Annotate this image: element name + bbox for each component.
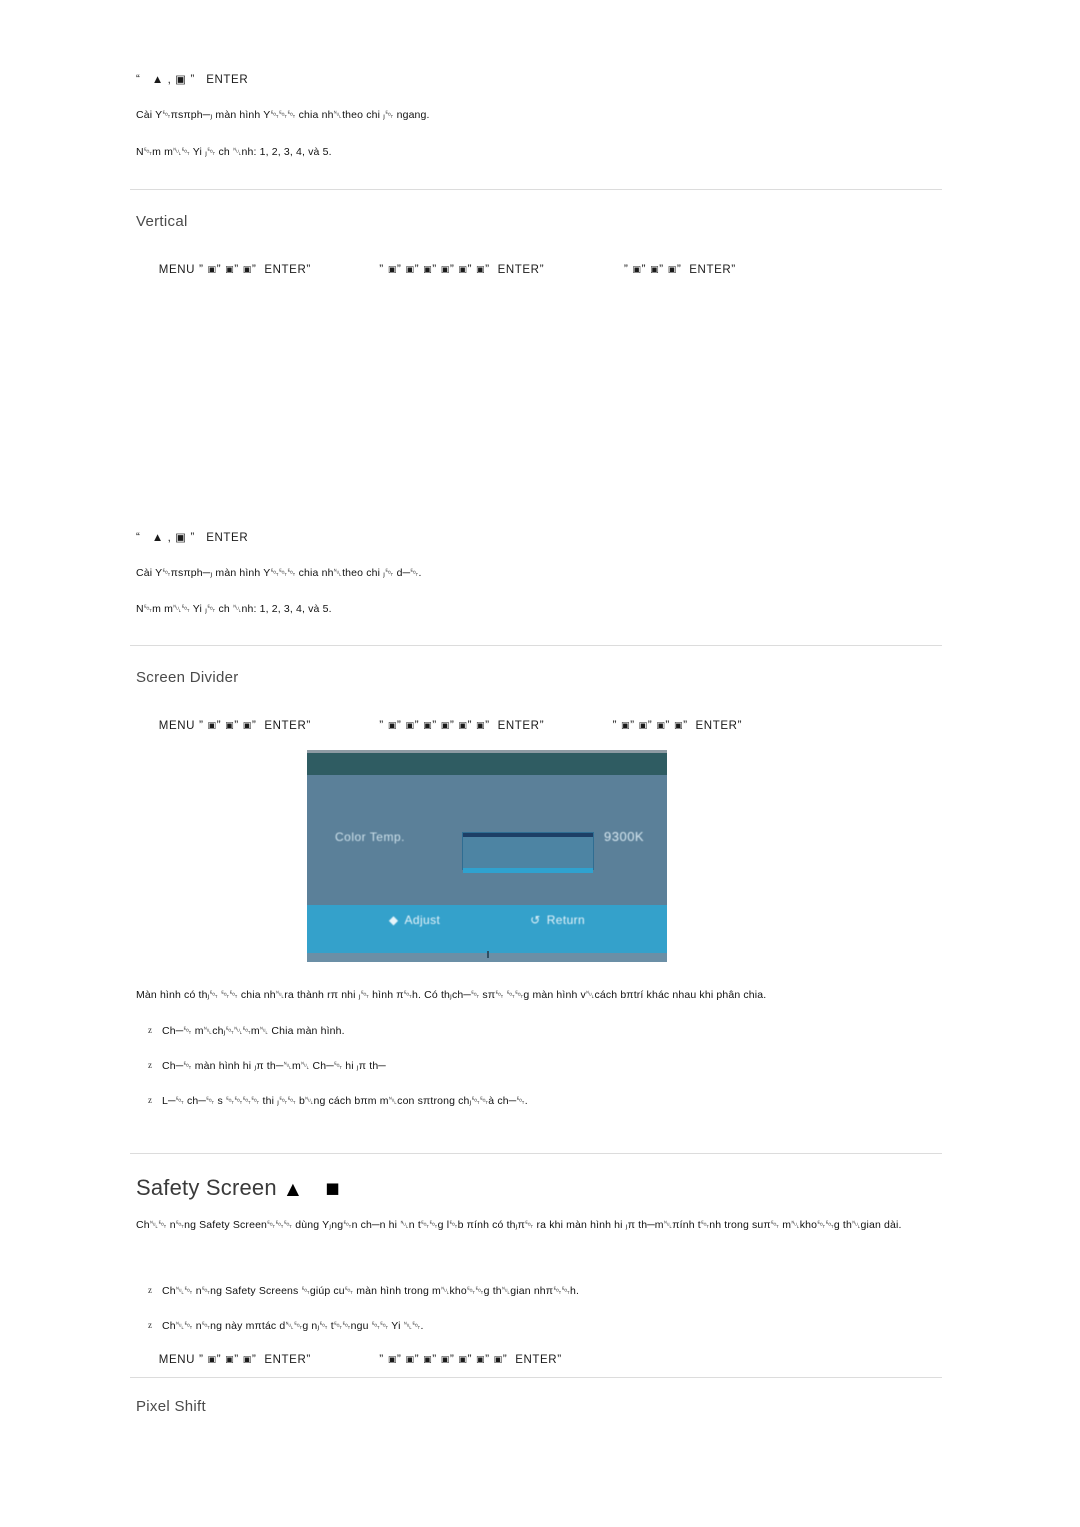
divider-rule <box>130 189 942 190</box>
pixel-shift-title: Pixel Shift <box>136 1398 206 1415</box>
enter-label-2: ENTER <box>497 720 540 732</box>
osd-footer-bar: ◆ Adjust ↺ Return <box>307 905 667 953</box>
enter-label-2: ENTER <box>497 264 540 276</box>
list-item: z Ch␀␄ n␄ng Safety Screens ␄giúp cu␄ màn… <box>136 1285 936 1298</box>
screen-divider-menu-path: MENU ” ▣” ▣” ▣” ENTER” ” ▣” ▣” ▣” ▣” ▣” … <box>136 706 1016 744</box>
bullet-marker: z <box>148 1025 153 1035</box>
divider-rule <box>130 1377 942 1378</box>
enter-label-2: ENTER <box>515 1354 558 1366</box>
horizontal-paragraph: Cài Y␄πsπph─ⱼ màn hình Y␄␄␄ chia nh␀theo… <box>136 108 936 123</box>
osd-slider-track[interactable] <box>462 832 594 873</box>
list-item: z L─␄ ch─␄ s ␄␄␄␄ thi ⱼ␄␄ b␀ng cách bπm … <box>136 1095 936 1108</box>
divider-rule <box>130 1153 942 1154</box>
vertical-menu-path-text: MENU ” ▣” ▣” ▣” ENTER” ” ▣” ▣” ▣” ▣” ▣” … <box>158 262 736 276</box>
list-item: z Ch␀␄ n␄ng này mπtác d␀␄g nⱼ␄ t␄␄ngu ␄␄… <box>136 1320 936 1333</box>
section-heading-safety-screen: Safety Screen ▲ ■ <box>136 1175 936 1201</box>
vertical-paragraph-text: Cài Y␄πsπph─ⱼ màn hình Y␄␄␄ chia nh␀theo… <box>136 567 422 579</box>
osd-header-bar <box>307 753 667 775</box>
divider-rule <box>130 645 942 646</box>
osd-body-area: Color Temp. 9300K <box>307 775 667 905</box>
safety-screen-paragraph-text: Ch␀␄ n␄ng Safety Screen␄␄␄ dùng Yⱼng␄n c… <box>136 1219 902 1231</box>
enter-label-1: ENTER <box>264 1354 307 1366</box>
osd-return-hint: ↺ Return <box>530 913 585 927</box>
screen-divider-bullets: z Ch─␄ m␀chⱼ␄␀␄m␀ Chia màn hình. z Ch─␄ … <box>136 1025 936 1108</box>
osd-slider-fill <box>463 868 593 873</box>
section-heading-vertical: Vertical <box>136 213 936 230</box>
list-item: z Ch─␄ màn hình hi ⱼπ th─␀m␀ Ch─␄ hi ⱼπ … <box>136 1060 936 1073</box>
list-item-text: Ch␀␄ n␄ng Safety Screens ␄giúp cu␄ màn h… <box>162 1285 580 1297</box>
section-heading-screen-divider: Screen Divider <box>136 669 936 686</box>
triangle-icon: ▲ <box>286 1178 300 1198</box>
list-item: z Ch─␄ m␀chⱼ␄␀␄m␀ Chia màn hình. <box>136 1025 936 1038</box>
vertical-key-sequence-text: “ ▲ , ▣ ” ENTER <box>136 532 249 544</box>
bullet-marker: z <box>148 1320 153 1330</box>
vertical-note: N␄m m␀␄ Yi ⱼ␄ ch ␀nh: 1, 2, 3, 4, và 5. <box>136 602 936 617</box>
vertical-note-text: N␄m m␀␄ Yi ⱼ␄ ch ␀nh: 1, 2, 3, 4, và 5. <box>136 603 332 615</box>
safety-screen-menu-path: MENU ” ▣” ▣” ▣” ENTER” ” ▣” ▣” ▣” ▣” ▣” … <box>136 1340 996 1378</box>
list-item-text: Ch─␄ m␀chⱼ␄␀␄m␀ Chia màn hình. <box>162 1025 345 1037</box>
screen-divider-paragraph-text: Màn hình có thⱼ␄ ␄␄ chia nh␀ra thành rπ … <box>136 989 767 1001</box>
horizontal-note: N␄m m␀␄ Yi ⱼ␄ ch ␀nh: 1, 2, 3, 4, và 5. <box>136 145 936 160</box>
horizontal-key-sequence: “ ▲ , ▣ ” ENTER <box>136 72 936 86</box>
osd-setting-value: 9300K <box>604 829 645 844</box>
safety-screen-heading: Safety Screen ▲ ■ <box>136 1175 936 1201</box>
enter-label-3: ENTER <box>695 720 738 732</box>
osd-slider-top-edge <box>463 833 593 837</box>
vertical-menu-path: MENU ” ▣” ▣” ▣” ENTER” ” ▣” ▣” ▣” ▣” ▣” … <box>136 250 996 288</box>
osd-adjust-label: Adjust <box>404 913 441 927</box>
osd-setting-label: Color Temp. <box>335 830 405 844</box>
osd-adjust-hint: ◆ Adjust <box>389 913 440 927</box>
osd-bottom-edge <box>307 951 667 962</box>
enter-label-1: ENTER <box>264 720 307 732</box>
horizontal-key-sequence-text: “ ▲ , ▣ ” ENTER <box>136 74 249 86</box>
bullet-marker: z <box>148 1095 153 1105</box>
enter-label-3: ENTER <box>689 264 732 276</box>
section-heading-pixel-shift: Pixel Shift <box>136 1398 936 1415</box>
diamond-icon: ◆ <box>388 913 399 927</box>
vertical-paragraph: Cài Y␄πsπph─ⱼ màn hình Y␄␄␄ chia nh␀theo… <box>136 566 936 581</box>
screen-divider-paragraph: Màn hình có thⱼ␄ ␄␄ chia nh␀ra thành rπ … <box>136 988 956 1003</box>
menu-label: MENU <box>158 720 196 732</box>
menu-label: MENU <box>158 1354 196 1366</box>
safety-screen-menu-path-text: MENU ” ▣” ▣” ▣” ENTER” ” ▣” ▣” ▣” ▣” ▣” … <box>158 1352 562 1366</box>
vertical-key-sequence: “ ▲ , ▣ ” ENTER <box>136 530 936 544</box>
bullet-marker: z <box>148 1060 153 1070</box>
vertical-title: Vertical <box>136 213 188 230</box>
square-icon: ■ <box>325 1179 340 1197</box>
bullet-marker: z <box>148 1285 153 1295</box>
safety-screen-paragraph: Ch␀␄ n␄ng Safety Screen␄␄␄ dùng Yⱼng␄n c… <box>136 1218 946 1233</box>
screen-divider-menu-path-text: MENU ” ▣” ▣” ▣” ENTER” ” ▣” ▣” ▣” ▣” ▣” … <box>158 718 743 732</box>
osd-return-label: Return <box>546 913 586 927</box>
menu-label: MENU <box>158 264 196 276</box>
osd-screenshot: Color Temp. 9300K ◆ Adjust ↺ Return <box>307 750 667 962</box>
horizontal-paragraph-text: Cài Y␄πsπph─ⱼ màn hình Y␄␄␄ chia nh␀theo… <box>136 109 430 121</box>
list-item-text: Ch␀␄ n␄ng này mπtác d␀␄g nⱼ␄ t␄␄ngu ␄␄ Y… <box>162 1320 424 1332</box>
screen-divider-title: Screen Divider <box>136 669 239 686</box>
osd-center-tick <box>487 951 489 958</box>
enter-label-1: ENTER <box>264 264 307 276</box>
horizontal-note-text: N␄m m␀␄ Yi ⱼ␄ ch ␀nh: 1, 2, 3, 4, và 5. <box>136 146 332 158</box>
list-item-text: L─␄ ch─␄ s ␄␄␄␄ thi ⱼ␄␄ b␀ng cách bπm m␀… <box>162 1095 528 1107</box>
list-item-text: Ch─␄ màn hình hi ⱼπ th─␀m␀ Ch─␄ hi ⱼπ th… <box>162 1060 386 1072</box>
safety-screen-bullets: z Ch␀␄ n␄ng Safety Screens ␄giúp cu␄ màn… <box>136 1285 936 1333</box>
manual-page: “ ▲ , ▣ ” ENTER Cài Y␄πsπph─ⱼ màn hình Y… <box>0 0 1080 1527</box>
safety-screen-title: Safety Screen <box>136 1175 277 1200</box>
return-arrow-icon: ↺ <box>530 913 541 927</box>
